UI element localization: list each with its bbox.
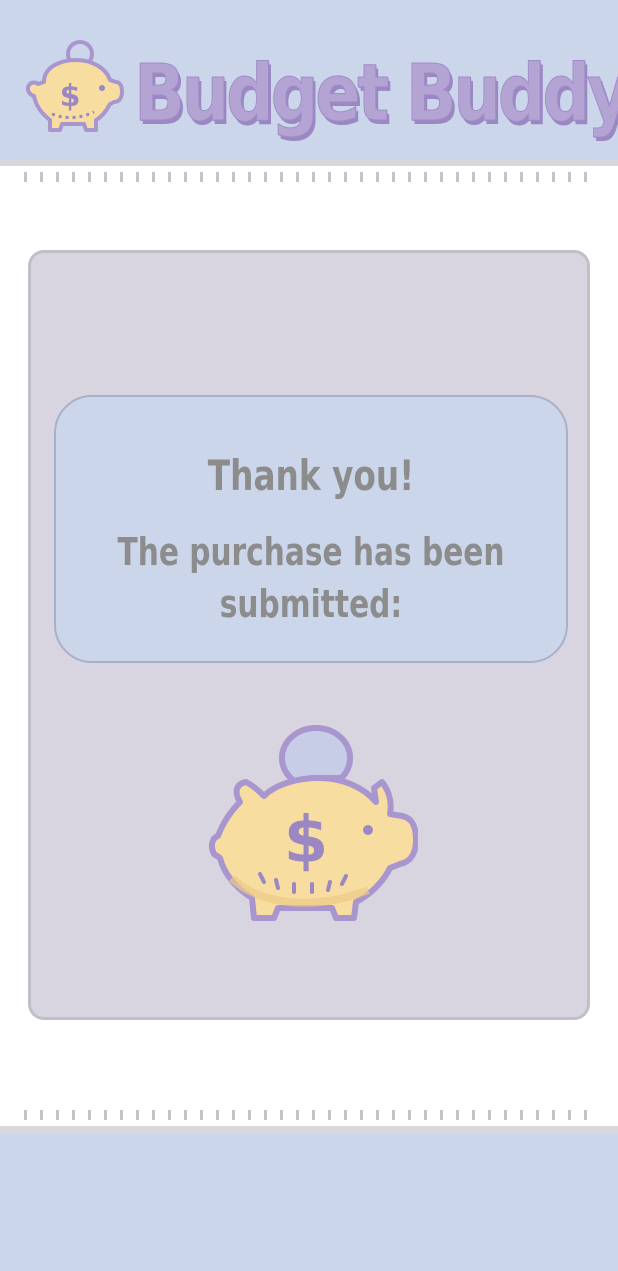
piggy-bank-icon: $: [25, 40, 124, 132]
submission-message: The purchase has been submitted:: [117, 530, 505, 626]
svg-text:$: $: [60, 79, 81, 114]
top-dash-divider: [24, 172, 594, 182]
svg-text:$: $: [284, 804, 329, 878]
piggy-bank-coin-icon: $: [208, 725, 418, 921]
footer-bar: [0, 1134, 618, 1271]
footer-divider: [0, 1126, 618, 1134]
bottom-dash-divider: [24, 1110, 594, 1120]
brand-title: Budget Buddy: [134, 49, 618, 140]
thank-you-heading: Thank you!: [207, 451, 415, 500]
header-divider: [0, 160, 618, 166]
